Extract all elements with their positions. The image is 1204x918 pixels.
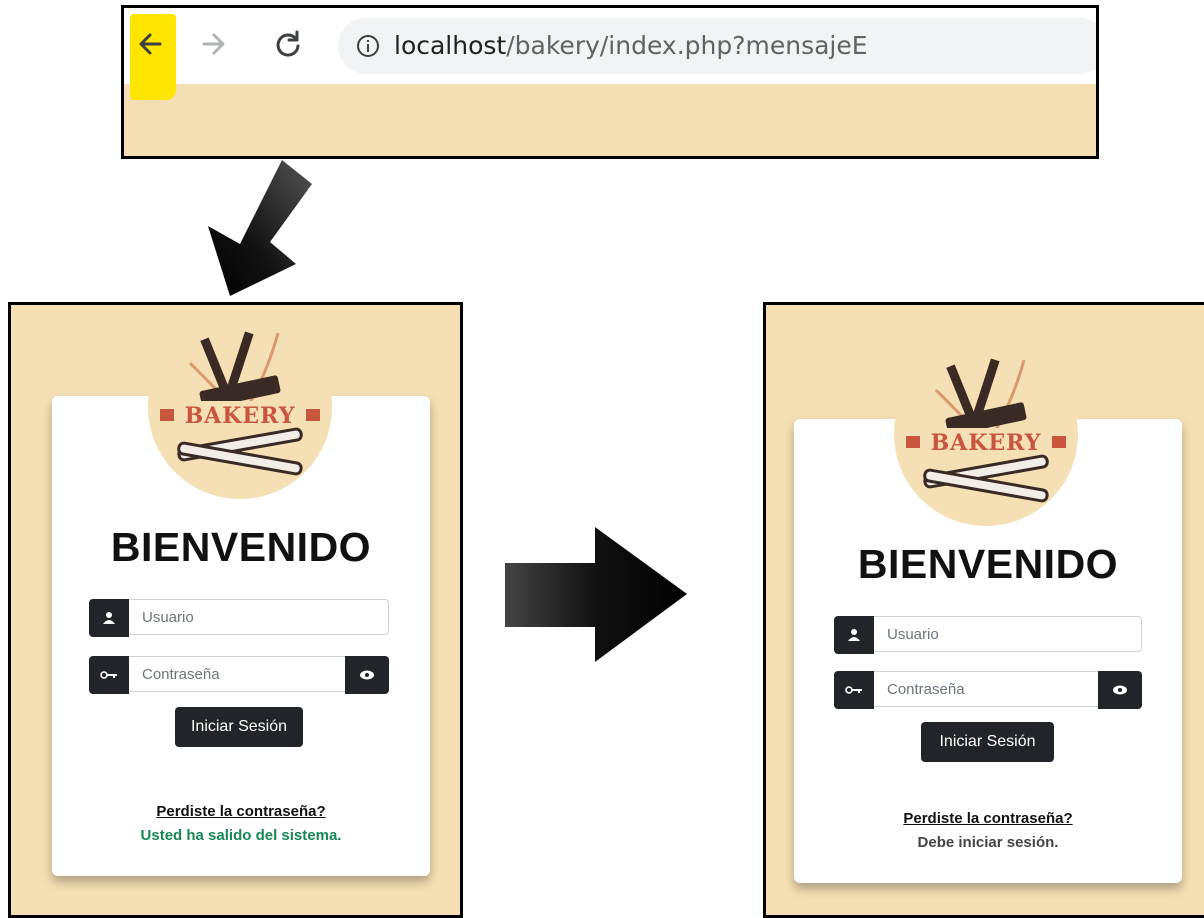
password-field: Contraseña (89, 656, 389, 694)
toggle-password-button[interactable] (345, 656, 389, 694)
status-message: Usted ha salido del sistema. (140, 827, 342, 844)
login-button[interactable]: Iniciar Sesión (921, 722, 1054, 762)
user-icon (89, 599, 129, 637)
username-input[interactable]: Usuario (129, 599, 389, 635)
login-button[interactable]: Iniciar Sesión (175, 707, 303, 747)
browser-toolbar: localhost/bakery/index.php?mensajeE (124, 8, 1096, 100)
user-icon (834, 616, 874, 654)
welcome-title: BIENVENIDO (110, 524, 372, 570)
username-field: Usuario (834, 616, 1142, 654)
back-arrow-icon (139, 33, 162, 55)
forward-arrow-icon (202, 33, 225, 55)
url-host: localhost (394, 31, 507, 60)
reload-button[interactable] (268, 24, 308, 64)
forward-button[interactable] (194, 24, 234, 64)
eye-icon (360, 670, 374, 680)
reload-icon (276, 30, 300, 57)
back-button[interactable] (130, 14, 176, 100)
bakery-logo-text: BAKERY (184, 403, 296, 429)
right-arrow-graphic (505, 527, 687, 662)
login-panel-logout: BIENVENIDO Usuario Contraseña Iniciar Se… (8, 302, 463, 918)
bakery-logo-text: BAKERY (930, 430, 1042, 456)
toggle-password-button[interactable] (1098, 671, 1142, 709)
info-icon[interactable] (356, 34, 380, 58)
address-bar[interactable]: localhost/bakery/index.php?mensajeE (338, 18, 1096, 74)
key-icon (834, 671, 874, 709)
login-panel-session-required: BIENVENIDO Usuario Contraseña Iniciar Se… (763, 302, 1204, 918)
username-input[interactable]: Usuario (874, 616, 1142, 652)
password-input[interactable]: Contraseña (129, 656, 345, 692)
bakery-logo: BAKERY (148, 315, 332, 499)
status-message: Debe iniciar sesión. (917, 834, 1059, 851)
password-input[interactable]: Contraseña (874, 671, 1098, 707)
forgot-password-link[interactable]: Perdiste la contraseña? (794, 810, 1182, 827)
url-text: localhost/bakery/index.php?mensajeE (394, 31, 868, 60)
username-field: Usuario (89, 599, 389, 637)
welcome-title: BIENVENIDO (857, 541, 1119, 587)
forgot-password-link[interactable]: Perdiste la contraseña? (52, 803, 430, 820)
bakery-logo: BAKERY (894, 342, 1078, 526)
browser-window: localhost/bakery/index.php?mensajeE (121, 5, 1099, 159)
eye-icon (1113, 685, 1127, 695)
password-field: Contraseña (834, 671, 1142, 709)
url-path: /bakery/index.php?mensajeE (506, 31, 868, 60)
down-arrow-graphic (208, 160, 312, 296)
key-icon (89, 656, 129, 694)
